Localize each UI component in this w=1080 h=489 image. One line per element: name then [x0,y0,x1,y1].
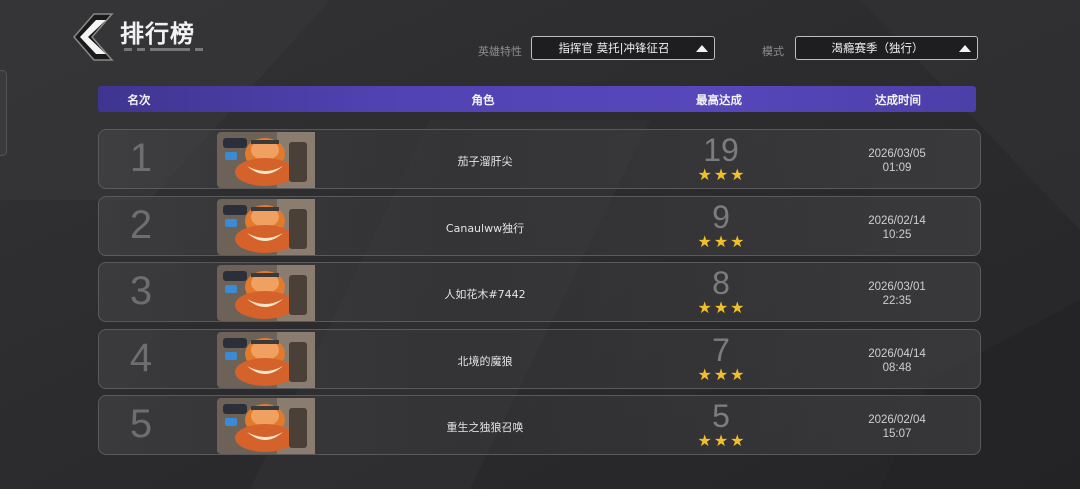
leaderboard-row[interactable]: 1 茄子溜肝尖 19 ★ ★ ★ 2026/03/05 01:09 [98,129,981,189]
column-time: 达成时间 [875,93,921,107]
best-score: 5 [712,398,730,434]
achieved-date: 2026/02/04 [868,414,926,426]
achieved-time: 10:25 [882,228,912,241]
hero-filter-value: 指挥官 莫托|冲锋征召 [558,41,670,55]
star-icon: ★ [713,165,729,184]
page-title: 排行榜 [120,20,195,48]
star-icon: ★ [730,298,745,317]
player-name: 北境的魔狼 [457,354,513,368]
column-header-bar: 名次 角色 最高达成 达成时间 [98,86,976,112]
leaderboard-row[interactable]: 5 重生之独狼召唤 5 ★ ★ ★ 2026/02/04 15:07 [98,395,981,455]
achieved-time: 15:07 [882,428,912,440]
achieved-time: 01:09 [882,162,912,174]
star-icon: ★ [713,231,729,251]
dropdown-arrow-icon [696,44,708,52]
star-icon: ★ [697,298,712,317]
star-icon: ★ [713,431,729,450]
best-score: 7 [712,331,730,368]
column-rank: 名次 [127,93,151,107]
star-icon: ★ [730,431,745,450]
hero-portrait-icon [217,331,315,388]
achieved-date: 2026/03/05 [868,148,926,160]
back-chevron-icon[interactable] [68,12,114,62]
rank-value: 2 [129,202,153,247]
hero-portrait-icon [217,398,315,454]
star-icon: ★ [730,231,745,251]
achieved-date: 2026/03/01 [868,281,926,293]
mode-filter-dropdown[interactable]: 渴瘾赛季（独行） [795,36,978,60]
star-icon: ★ [730,165,745,184]
hero-portrait-icon [217,265,315,321]
hero-portrait-icon [217,132,315,188]
best-score: 8 [712,265,730,301]
achieved-date: 2026/04/14 [868,347,926,360]
column-character: 角色 [471,93,495,107]
dropdown-arrow-icon [959,44,971,52]
title-underline [124,48,203,51]
rank-value: 5 [129,402,153,446]
hero-portrait-icon [217,198,315,255]
best-score: 9 [712,198,730,235]
rank-value: 4 [129,335,153,380]
star-icon: ★ [713,298,729,317]
achieved-time: 08:48 [882,361,912,374]
leaderboard-row[interactable]: 3 人如花木#7442 8 ★ ★ ★ 2026/03/01 22:35 [98,262,981,322]
side-drawer-tab[interactable] [0,70,7,156]
star-icon: ★ [730,364,745,384]
star-icon: ★ [697,364,712,384]
achieved-date: 2026/02/14 [868,214,926,227]
player-name: 茄子溜肝尖 [457,155,513,168]
star-icon: ★ [713,364,729,384]
star-icon: ★ [697,165,712,184]
mode-filter-label: 模式 [762,45,784,58]
rank-value: 1 [129,136,153,180]
hero-filter-dropdown[interactable]: 指挥官 莫托|冲锋征召 [531,36,715,60]
star-icon: ★ [697,431,712,450]
star-icon: ★ [697,231,712,251]
hero-filter-label: 英雄特性 [478,45,522,58]
leaderboard-row[interactable]: 2 Canaulww独行 9 ★ ★ ★ 2026/02/14 10:25 [98,195,981,256]
player-name: Canaulww独行 [445,221,525,235]
mode-filter-value: 渴瘾赛季（独行） [831,41,924,55]
leaderboard-row[interactable]: 4 北境的魔狼 7 ★ ★ ★ 2026/04/14 08:48 [98,328,981,389]
player-name: 重生之独狼召唤 [446,421,524,434]
best-score: 19 [703,132,739,168]
player-name: 人如花木#7442 [444,288,526,301]
achieved-time: 22:35 [882,295,912,307]
rank-value: 3 [129,269,153,313]
column-best: 最高达成 [696,93,742,107]
